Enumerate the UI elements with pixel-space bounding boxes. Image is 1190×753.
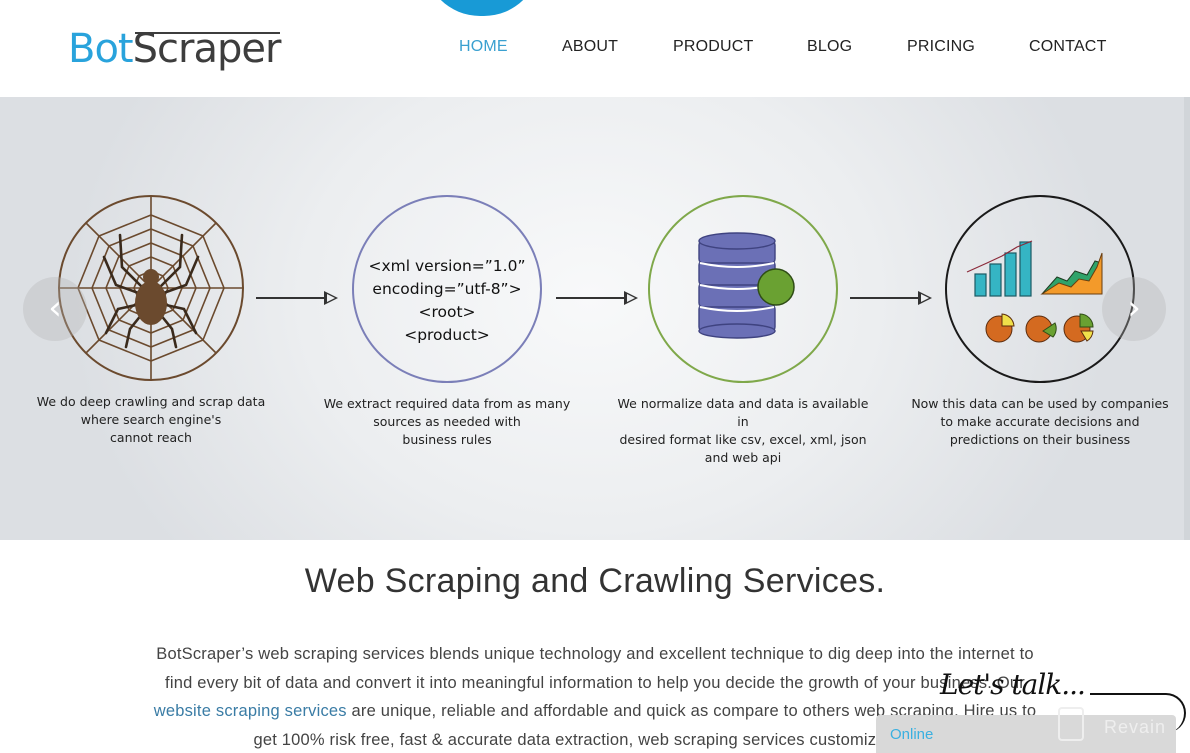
paragraph-line: BotScraper’s web scraping services blend… (156, 645, 1034, 663)
caption-line: business rules (402, 432, 492, 447)
arrow-icon (850, 291, 932, 305)
site-header: Bot Scraper HOME ABOUT PRODUCT BLOG PRIC… (0, 0, 1190, 97)
chevron-right-icon: › (1127, 288, 1141, 328)
step-caption: We normalize data and data is available … (613, 395, 873, 467)
xml-code-text: <xml version=”1.0” encoding=”utf-8”> <ro… (354, 255, 540, 347)
chat-status: Online (890, 726, 934, 743)
code-line: encoding=”utf-8”> (372, 280, 522, 298)
process-step-extract: <xml version=”1.0” encoding=”utf-8”> <ro… (317, 195, 577, 449)
revain-logo-icon (1058, 707, 1084, 741)
process-step-normalize: We normalize data and data is available … (613, 195, 873, 467)
carousel-prev-button[interactable]: ‹ (23, 277, 87, 341)
caption-line: predictions on their business (949, 432, 1131, 447)
caption-line: Now this data can be used by companies (911, 396, 1169, 411)
spider-web-icon (58, 195, 244, 381)
nav-pricing[interactable]: PRICING (907, 38, 975, 56)
hero-carousel: We do deep crawling and scrap data where… (0, 97, 1190, 540)
nav-home[interactable]: HOME (459, 38, 508, 56)
code-line: <root> (418, 303, 476, 321)
caption-line: cannot reach (110, 430, 192, 445)
paragraph-line: find every bit of data and convert it in… (165, 673, 1025, 692)
caption-line: We normalize data and data is available … (617, 396, 869, 429)
caption-line: desired format like csv, excel, xml, jso… (619, 432, 867, 447)
nav-about[interactable]: ABOUT (562, 38, 618, 56)
page-title: Web Scraping and Crawling Services. (304, 562, 886, 600)
logo-bot-text: Bot (68, 26, 134, 72)
nav-contact[interactable]: CONTACT (1029, 38, 1107, 56)
carousel-next-button[interactable]: › (1102, 277, 1166, 341)
nav-blog[interactable]: BLOG (807, 38, 852, 56)
nav-product[interactable]: PRODUCT (673, 38, 754, 56)
analytics-charts-icon (945, 195, 1135, 383)
chevron-left-icon: ‹ (48, 288, 62, 328)
logo[interactable]: Bot Scraper (68, 22, 282, 72)
code-line: <product> (404, 326, 490, 344)
database-icon (648, 195, 838, 383)
caption-line: to make accurate decisions and (940, 414, 1140, 429)
code-line: <xml version=”1.0” (368, 257, 526, 275)
xml-code-icon: <xml version=”1.0” encoding=”utf-8”> <ro… (352, 195, 542, 383)
caption-line: We do deep crawling and scrap data (36, 394, 266, 409)
step-caption: We do deep crawling and scrap data where… (21, 393, 281, 447)
lets-talk-script[interactable]: Let's talk... (940, 668, 1086, 701)
decorative-blue-circle (424, 0, 540, 16)
logo-scraper-text: Scraper (132, 26, 282, 72)
hero-edge (1184, 97, 1190, 540)
website-scraping-services-link[interactable]: website scraping services (154, 702, 347, 720)
caption-line: where search engine's (80, 412, 222, 427)
caption-line: We extract required data from as many (323, 396, 571, 411)
revain-watermark: Revain (1103, 717, 1166, 737)
step-caption: Now this data can be used by companies t… (910, 395, 1170, 449)
caption-line: and web api (704, 450, 782, 465)
arrow-icon (256, 291, 338, 305)
caption-line: sources as needed with (373, 414, 521, 429)
step-caption: We extract required data from as many so… (317, 395, 577, 449)
chat-widget[interactable]: Online Revain (876, 707, 1176, 753)
